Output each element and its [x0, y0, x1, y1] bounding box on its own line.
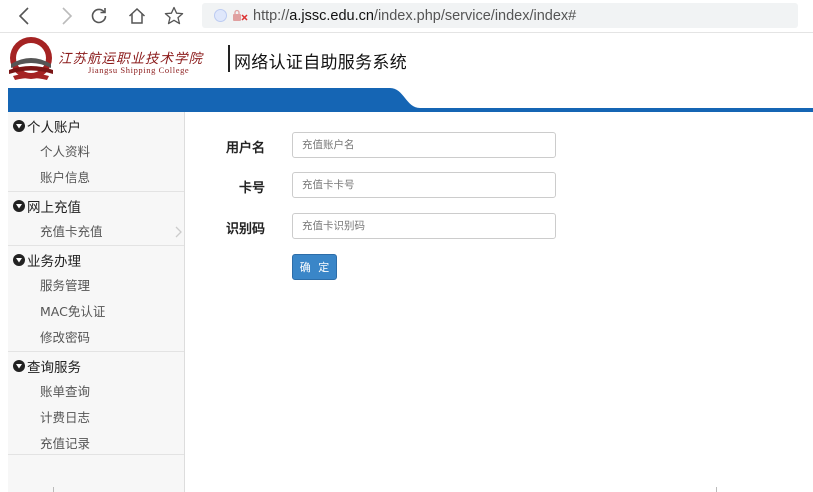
sidebar-group-header[interactable]: 网上充值 [8, 192, 184, 219]
sidebar-item-account-info[interactable]: 账户信息 [8, 165, 184, 191]
arrow-circle-down-icon [13, 253, 25, 266]
sidebar-group-header[interactable]: 查询服务 [8, 352, 184, 379]
reload-icon[interactable] [86, 3, 112, 29]
sidebar-group-title: 网上充值 [27, 199, 81, 216]
divider [716, 487, 717, 492]
sidebar-group-title: 个人账户 [27, 119, 81, 136]
header-divider [228, 45, 230, 72]
college-name-en: Jiangsu Shipping College [88, 65, 190, 75]
not-secure-icon [233, 9, 248, 21]
header-blue-band [8, 88, 813, 112]
identification-code-label: 识别码 [225, 222, 265, 237]
sidebar-group-title: 业务办理 [27, 253, 81, 270]
divider [53, 487, 54, 492]
url-path: /index.php/service/index/index# [373, 7, 577, 24]
forward-icon[interactable] [54, 3, 80, 29]
username-label: 用户名 [225, 141, 265, 156]
back-icon[interactable] [11, 3, 37, 29]
sidebar-group-business: 业务办理 服务管理 MAC免认证 修改密码 [8, 246, 184, 352]
username-input[interactable] [292, 132, 556, 158]
sidebar-item-personal-info[interactable]: 个人资料 [8, 139, 184, 165]
sidebar-item-service-management[interactable]: 服务管理 [8, 273, 184, 299]
college-logo-icon [9, 37, 53, 80]
sidebar-menu: 个人账户 个人资料 账户信息 网上充值 充值卡充值 业务办理 服务管理 MAC免… [8, 112, 185, 492]
arrow-circle-down-icon [13, 199, 25, 212]
url-prefix: http:// [253, 7, 290, 24]
sidebar-item-mac-auth-free[interactable]: MAC免认证 [8, 299, 184, 325]
sidebar-group-query: 查询服务 账单查询 计费日志 充值记录 [8, 352, 184, 457]
system-title: 网络认证自助服务系统 [234, 53, 407, 73]
bookmark-star-icon[interactable] [161, 3, 187, 29]
identification-code-input[interactable] [292, 213, 556, 239]
url-host: a.jssc.edu.cn [289, 7, 374, 24]
sidebar-group-header[interactable]: 个人账户 [8, 112, 184, 139]
card-number-input[interactable] [292, 172, 556, 198]
sidebar-group-online-recharge: 网上充值 充值卡充值 [8, 192, 184, 246]
arrow-circle-down-icon [13, 359, 25, 372]
site-info-icon[interactable] [214, 9, 227, 22]
home-icon[interactable] [124, 3, 150, 29]
identification-code-row: 识别码 [185, 213, 565, 241]
sidebar-item-card-recharge[interactable]: 充值卡充值 [8, 219, 184, 245]
sidebar-group-personal-account: 个人账户 个人资料 账户信息 [8, 112, 184, 192]
sidebar-group-header[interactable]: 业务办理 [8, 246, 184, 273]
browser-toolbar: http://a.jssc.edu.cn/index.php/service/i… [0, 0, 813, 33]
arrow-circle-down-icon [13, 119, 25, 132]
address-bar[interactable]: http://a.jssc.edu.cn/index.php/service/i… [202, 3, 798, 28]
card-number-label: 卡号 [238, 181, 265, 196]
sidebar-item-change-password[interactable]: 修改密码 [8, 325, 184, 351]
sidebar-item-billing-log[interactable]: 计费日志 [8, 405, 184, 431]
sidebar-item-label: 充值卡充值 [40, 224, 103, 239]
confirm-button[interactable]: 确 定 [292, 254, 337, 280]
sidebar-group-title: 查询服务 [27, 359, 81, 376]
sidebar-item-bill-query[interactable]: 账单查询 [8, 379, 184, 405]
chevron-right-icon [175, 226, 182, 238]
card-number-row: 卡号 [185, 172, 565, 200]
username-row: 用户名 [185, 132, 565, 160]
site-header: 江苏航运职业技术学院 Jiangsu Shipping College 网络认证… [0, 32, 813, 88]
college-name-cn: 江苏航运职业技术学院 [58, 51, 203, 67]
url-text: http://a.jssc.edu.cn/index.php/service/i… [253, 8, 576, 24]
sidebar-bottom-divider [8, 454, 184, 455]
